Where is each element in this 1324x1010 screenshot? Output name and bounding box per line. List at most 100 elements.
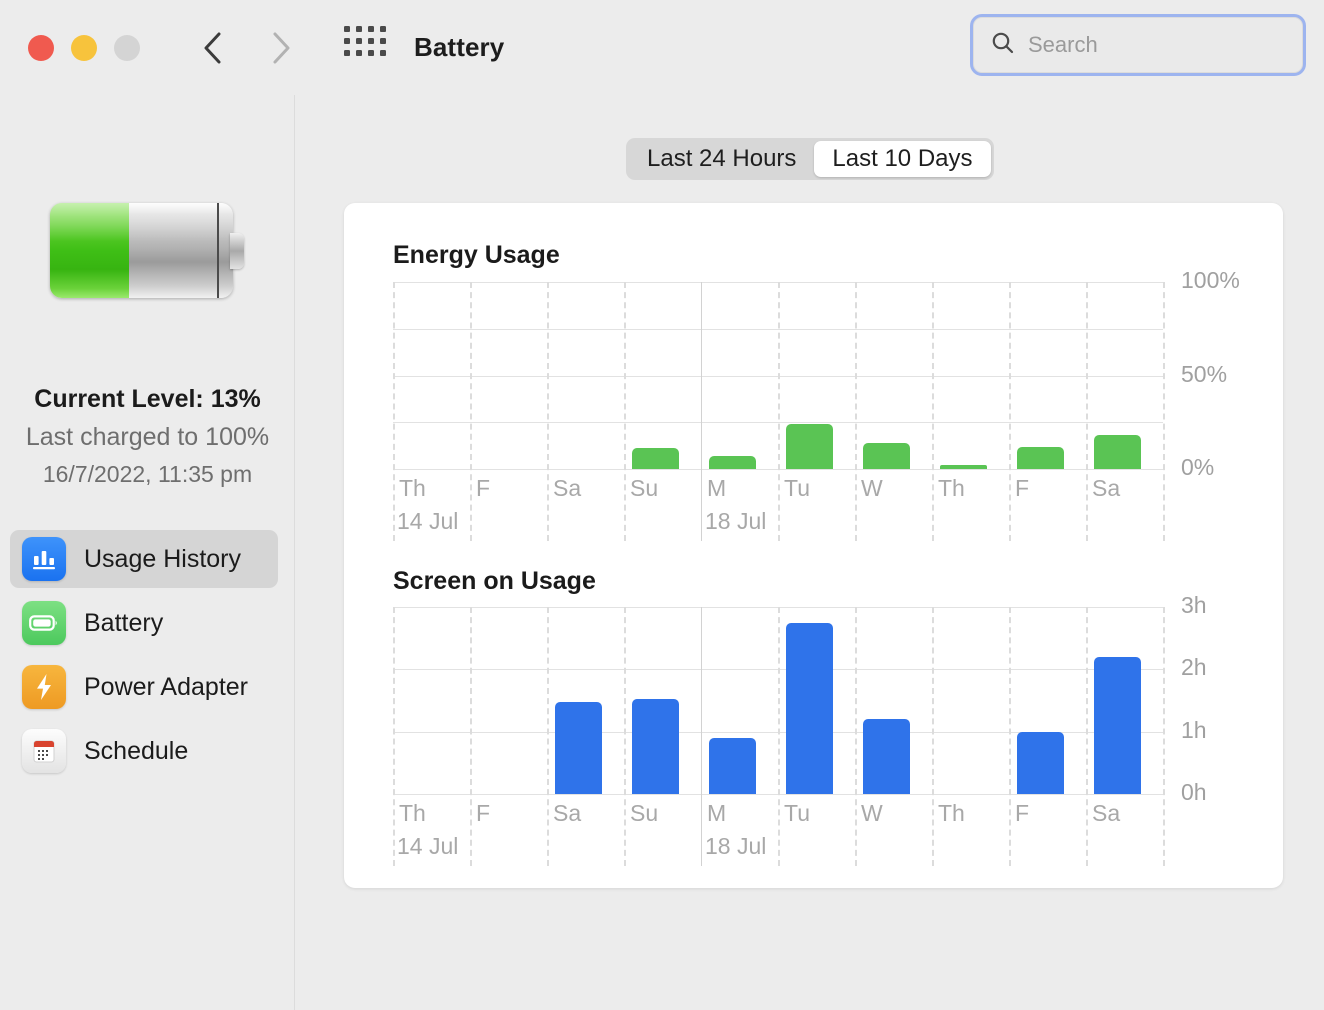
x-axis-tick-label: Th <box>938 475 965 501</box>
gridline-vertical <box>1086 607 1088 866</box>
chart-bar <box>862 719 911 794</box>
gridline-vertical <box>1009 282 1011 541</box>
gridline-vertical <box>855 282 857 541</box>
navigation-buttons <box>202 31 292 65</box>
chart-bar <box>631 448 680 469</box>
chart-bar <box>1016 446 1065 469</box>
bar-chart-icon <box>22 537 66 581</box>
gridline-vertical <box>1163 607 1165 866</box>
x-axis-tick-label: F <box>1015 800 1030 826</box>
gridline-vertical <box>778 607 780 866</box>
traffic-lights <box>28 34 140 61</box>
gridline-vertical <box>624 282 626 541</box>
segment-last-10-days[interactable]: Last 10 Days <box>814 141 991 177</box>
back-chevron-icon[interactable] <box>202 31 224 65</box>
forward-chevron-icon[interactable] <box>270 31 292 65</box>
y-axis-tick-label: 50% <box>1181 360 1228 387</box>
time-range-segmented-control: Last 24 Hours Last 10 Days <box>626 138 994 180</box>
gridline-vertical <box>393 282 395 541</box>
battery-status-block: Current Level: 13% Last charged to 100% … <box>0 380 295 492</box>
x-axis-tick-label: F <box>476 475 491 501</box>
chart-bar <box>862 442 911 469</box>
y-axis-tick-label: 1h <box>1181 716 1207 743</box>
x-axis-tick-label: M <box>707 475 727 501</box>
show-all-grid-icon[interactable] <box>344 25 388 70</box>
sidebar-item-battery[interactable]: Battery <box>10 594 278 652</box>
usage-charts-card: Energy Usage 0% 50% 100% Th F Sa Su M Tu W Th F Sa 1… <box>344 203 1283 888</box>
gridline-vertical <box>393 607 395 866</box>
screen-on-usage-title: Screen on Usage <box>393 567 596 595</box>
gridline-vertical <box>547 282 549 541</box>
y-axis-tick-label: 2h <box>1181 654 1207 681</box>
x-axis-tick-label: Sa <box>1092 475 1121 501</box>
x-axis-date-label: 14 Jul <box>397 833 459 859</box>
gridline-vertical <box>932 607 934 866</box>
gridline-vertical <box>855 607 857 866</box>
gridline-vertical <box>470 607 472 866</box>
search-placeholder: Search <box>1028 32 1098 57</box>
chart-bar <box>1093 656 1142 794</box>
x-axis-tick-label: Tu <box>784 800 810 826</box>
x-axis-date-label: 18 Jul <box>705 833 767 859</box>
chart-bar <box>1093 435 1142 469</box>
minimize-button[interactable] <box>71 34 97 61</box>
y-axis-tick-label: 0h <box>1181 779 1207 805</box>
y-axis-tick-label: 0% <box>1181 454 1215 480</box>
main-content: Last 24 Hours Last 10 Days Energy Usage … <box>295 95 1324 1010</box>
x-axis-tick-label: Th <box>399 800 426 826</box>
current-level-text: Current Level: 13% <box>34 385 261 413</box>
title-bar: Battery Search <box>0 0 1324 95</box>
energy-usage-title: Energy Usage <box>393 241 560 269</box>
chart-bar <box>554 702 603 794</box>
last-charged-time: 16/7/2022, 11:35 pm <box>42 461 253 487</box>
sidebar-item-label: Battery <box>84 608 164 637</box>
x-axis-tick-label: Su <box>630 800 659 826</box>
sidebar-item-schedule[interactable]: Schedule <box>10 722 278 780</box>
search-field-focus-ring: Search <box>970 14 1306 76</box>
x-axis-tick-label: W <box>861 475 883 501</box>
screen-on-usage-chart <box>393 607 1165 866</box>
bolt-icon <box>22 665 66 709</box>
page-title: Battery <box>414 32 505 62</box>
gridline-vertical <box>778 282 780 541</box>
search-input[interactable]: Search <box>973 17 1303 73</box>
sidebar: Current Level: 13% Last charged to 100% … <box>0 95 295 1010</box>
calendar-icon <box>22 729 66 773</box>
x-axis-tick-label: Sa <box>1092 800 1121 826</box>
x-axis-date-label: 18 Jul <box>705 508 767 534</box>
sidebar-item-label: Usage History <box>84 544 241 573</box>
y-axis-tick-label: 3h <box>1181 592 1207 618</box>
sidebar-item-usage-history[interactable]: Usage History <box>10 530 278 588</box>
battery-preferences-window: Battery Search Current Level: 13% Last c… <box>0 0 1324 1010</box>
chart-bar <box>785 622 834 794</box>
chart-bar <box>785 424 834 469</box>
gridline-vertical <box>1163 282 1165 541</box>
gridline-vertical <box>701 607 702 866</box>
chart-bar <box>631 698 680 794</box>
gridline-vertical <box>701 282 702 541</box>
y-axis-tick-label: 100% <box>1181 267 1240 293</box>
gridline-vertical <box>1086 282 1088 541</box>
sidebar-item-label: Schedule <box>84 736 189 765</box>
gridline-vertical <box>624 607 626 866</box>
x-axis-tick-label: Su <box>630 475 659 501</box>
x-axis-date-label: 14 Jul <box>397 508 459 534</box>
chart-bar <box>708 455 757 469</box>
x-axis-tick-label: Th <box>938 800 965 826</box>
x-axis-tick-label: M <box>707 800 727 826</box>
x-axis-tick-label: F <box>476 800 491 826</box>
close-button[interactable] <box>28 34 54 61</box>
gridline-vertical <box>1009 607 1011 866</box>
x-axis-tick-label: F <box>1015 475 1030 501</box>
battery-level-graphic <box>50 203 244 298</box>
sidebar-item-power-adapter[interactable]: Power Adapter <box>10 658 278 716</box>
zoom-button[interactable] <box>114 34 140 61</box>
x-axis-tick-label: Sa <box>553 800 582 826</box>
x-axis-tick-label: Th <box>399 475 426 501</box>
last-charged-text: Last charged to 100% <box>25 423 270 451</box>
gridline-vertical <box>932 282 934 541</box>
segment-last-24-hours[interactable]: Last 24 Hours <box>629 141 814 177</box>
sidebar-item-label: Power Adapter <box>84 672 248 701</box>
search-icon <box>990 30 1016 61</box>
sidebar-nav-list: Usage History Battery Power Adapter Sche… <box>0 530 295 786</box>
